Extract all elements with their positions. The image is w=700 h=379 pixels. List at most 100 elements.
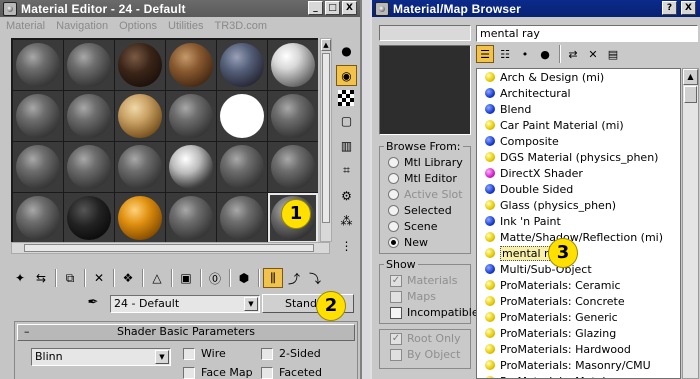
material-list-item[interactable]: ProMaterials: Masonry/CMU (477, 357, 680, 373)
view-large-icons-icon[interactable]: ● (536, 45, 554, 63)
browser-search-field[interactable] (379, 25, 471, 41)
material-list-item[interactable]: Glass (physics_phen) (477, 197, 680, 213)
maps-checkbox[interactable]: Maps (390, 290, 436, 303)
material-map-navigator-icon[interactable]: ⋮ (336, 235, 357, 256)
radio-active-slot[interactable]: Active Slot (388, 188, 463, 201)
sample-slot[interactable] (166, 91, 216, 141)
radio-selected[interactable]: Selected (388, 204, 452, 217)
video-color-check-icon[interactable]: ▥ (336, 135, 357, 156)
radio-dot[interactable] (388, 173, 399, 184)
material-list-item[interactable]: Multi/Sub-Object (477, 261, 680, 277)
show-end-result-icon[interactable]: ⫼ (263, 268, 283, 288)
checkbox-box[interactable] (390, 306, 402, 319)
get-material-icon[interactable]: ✦ (10, 268, 30, 288)
make-unique-icon[interactable]: △ (147, 268, 167, 288)
material-list-scrollbar[interactable]: ▲ (682, 68, 699, 379)
view-small-icons-icon[interactable]: • (516, 45, 534, 63)
menu-utilities[interactable]: Utilities (168, 20, 203, 32)
radio-dot[interactable] (388, 189, 399, 200)
background-checker-icon[interactable] (338, 90, 354, 106)
sample-slot[interactable] (115, 91, 165, 141)
material-list-item[interactable]: Double Sided (477, 181, 680, 197)
backlight-icon[interactable]: ◉ (336, 65, 357, 86)
chevron-down-icon[interactable]: ▼ (155, 350, 169, 364)
material-list[interactable]: Arch & Design (mi) Architectural Blend Car … (476, 68, 681, 379)
sample-slot[interactable] (64, 40, 114, 90)
sample-slot[interactable] (268, 40, 318, 90)
sample-slot[interactable] (64, 142, 114, 192)
material-list-item[interactable]: Composite (477, 133, 680, 149)
make-preview-icon[interactable]: ⌗ (336, 160, 357, 181)
sample-slot[interactable] (115, 142, 165, 192)
delete-from-library-icon[interactable]: ✕ (584, 45, 602, 63)
put-to-library-icon[interactable]: ▣ (176, 268, 196, 288)
chevron-down-icon[interactable]: ▼ (244, 297, 258, 311)
material-list-item[interactable]: ProMaterials: Generic (477, 309, 680, 325)
sample-slot[interactable] (217, 40, 267, 90)
material-list-item[interactable]: DGS Material (physics_phen) (477, 149, 680, 165)
browser-titlebar[interactable]: Material/Map Browser ? X (372, 0, 700, 17)
menu-material[interactable]: Material (6, 20, 45, 32)
checkbox-box[interactable] (390, 290, 402, 303)
material-list-item[interactable]: Blend (477, 101, 680, 117)
view-list-icon[interactable]: ☰ (476, 45, 494, 63)
material-list-item[interactable]: ProMaterials: Ceramic (477, 277, 680, 293)
material-list-item[interactable]: ProMaterials: Concrete (477, 293, 680, 309)
radio-dot[interactable] (388, 221, 399, 232)
sample-slot[interactable] (166, 193, 216, 243)
material-list-item[interactable]: Arch & Design (mi) (477, 69, 680, 85)
material-list-item[interactable]: Ink 'n Paint (477, 213, 680, 229)
minimize-button[interactable]: _ (308, 1, 323, 15)
incompatible-checkbox[interactable]: Incompatible (390, 306, 479, 319)
face-map-checkbox[interactable]: Face Map (183, 366, 253, 379)
sample-slot[interactable] (13, 40, 63, 90)
wire-checkbox[interactable]: Wire (183, 347, 226, 360)
material-name-dropdown[interactable]: 24 - Default ▼ (110, 295, 260, 313)
sample-slot[interactable] (64, 91, 114, 141)
checkbox-box[interactable] (183, 347, 195, 360)
material-list-item[interactable]: ProMaterials: Hardwood (477, 341, 680, 357)
eyedropper-icon[interactable]: ✒ (84, 295, 102, 313)
sample-slot[interactable] (268, 142, 318, 192)
sample-slot[interactable] (13, 91, 63, 141)
radio-new[interactable]: New (388, 236, 428, 249)
material-effects-channel-icon[interactable]: ⓪ (205, 268, 225, 288)
material-list-item[interactable]: mental ray (477, 245, 680, 261)
make-copy-icon[interactable]: ❖ (118, 268, 138, 288)
go-forward-to-sibling-icon[interactable]: ⤵ (305, 268, 325, 288)
check-mark-icon[interactable]: ✓ (390, 332, 402, 345)
scroll-thumb[interactable] (322, 53, 330, 223)
sample-slot[interactable] (166, 142, 216, 192)
reset-map-icon[interactable]: ✕ (89, 268, 109, 288)
sample-slot[interactable] (13, 193, 63, 243)
put-to-scene-icon[interactable]: ⇆ (31, 268, 51, 288)
radio-scene[interactable]: Scene (388, 220, 438, 233)
checkbox-box[interactable] (390, 348, 402, 361)
scroll-thumb[interactable] (684, 86, 697, 103)
show-map-in-viewport-icon[interactable]: ⬢ (234, 268, 254, 288)
material-list-item[interactable]: Car Paint Material (mi) (477, 117, 680, 133)
options-icon[interactable]: ⚙ (336, 185, 357, 206)
materials-checkbox[interactable]: ✓ Materials (390, 274, 457, 287)
view-list-icons-icon[interactable]: ☷ (496, 45, 514, 63)
sample-slot[interactable] (217, 91, 267, 141)
checkbox-box[interactable] (183, 366, 195, 379)
assign-to-selection-icon[interactable]: ⧉ (60, 268, 80, 288)
menu-navigation[interactable]: Navigation (56, 20, 108, 32)
material-list-item[interactable]: ProMaterials: Glazing (477, 325, 680, 341)
scroll-up-icon[interactable]: ▲ (321, 39, 331, 51)
close-button[interactable]: X (681, 1, 696, 15)
radio-dot-selected[interactable] (388, 237, 399, 248)
sample-slot[interactable] (115, 40, 165, 90)
sample-slot[interactable] (217, 193, 267, 243)
checkbox-box[interactable] (261, 347, 273, 360)
two-sided-checkbox[interactable]: 2-Sided (261, 347, 321, 360)
sample-slot[interactable] (64, 193, 114, 243)
rollout-header[interactable]: – Shader Basic Parameters (17, 324, 355, 341)
material-list-item[interactable]: DirectX Shader (477, 165, 680, 181)
radio-dot[interactable] (388, 157, 399, 168)
material-editor-titlebar[interactable]: Material Editor - 24 - Default _ □ X (0, 0, 360, 17)
check-mark-icon[interactable]: ✓ (390, 274, 402, 287)
close-button[interactable]: X (342, 1, 357, 15)
by-object-checkbox[interactable]: By Object (390, 348, 460, 361)
